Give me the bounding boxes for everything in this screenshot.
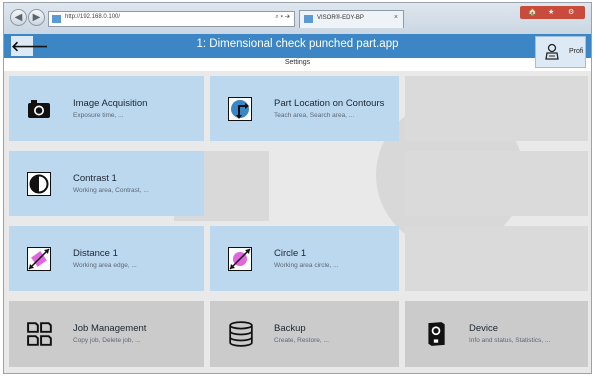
tile-job-management[interactable]: Job Management Copy job, Delete job, ... xyxy=(9,301,204,367)
page-subtitle: Settings xyxy=(284,59,311,66)
distance-icon xyxy=(27,246,51,271)
database-icon xyxy=(229,321,253,347)
tile-title: Contrast 1 xyxy=(73,173,117,184)
browser-chrome: ◀ ▶ http://192.168.0.100/ ⌕ ▾ ➔ VISOR®-E… xyxy=(4,3,591,35)
tile-distance[interactable]: Distance 1 Working area edge, ... xyxy=(9,226,204,291)
app-title: 1: Dimensional check punched part.app xyxy=(196,38,399,50)
site-icon xyxy=(52,15,61,23)
job-management-icon xyxy=(27,322,52,346)
tile-subtitle: Info and status, Statistics, ... xyxy=(469,337,551,344)
tab-site-icon xyxy=(304,15,313,23)
tile-circle[interactable]: Circle 1 Working area circle, ... xyxy=(210,226,399,291)
contrast-icon xyxy=(27,171,51,196)
tile-title: Device xyxy=(469,323,499,334)
tile-contrast[interactable]: Contrast 1 Working area, Contrast, ... xyxy=(9,151,204,216)
user-icon xyxy=(545,43,559,60)
tile-title: Part Location on Contours xyxy=(274,98,385,109)
tile-subtitle: Exposure time, ... xyxy=(73,112,124,119)
breadcrumb-bar: Settings xyxy=(4,58,591,72)
tile-subtitle: Working area edge, ... xyxy=(73,262,137,269)
device-icon xyxy=(428,322,445,346)
tile-title: Circle 1 xyxy=(274,248,307,259)
tile-subtitle: Teach area, Search area, ... xyxy=(274,112,355,119)
address-controls[interactable]: ⌕ ▾ ➔ xyxy=(275,14,290,21)
profile-label: Profi xyxy=(569,48,584,55)
tab-close-icon[interactable]: × xyxy=(394,14,398,21)
tile-subtitle: Create, Restore, ... xyxy=(274,337,329,344)
browser-window: ◀ ▶ http://192.168.0.100/ ⌕ ▾ ➔ VISOR®-E… xyxy=(3,2,592,374)
favorites-icon[interactable]: ★ xyxy=(548,6,554,19)
settings-grid: Image Acquisition Exposure time, ... Par… xyxy=(4,71,591,373)
tile-title: Image Acquisition xyxy=(73,98,148,109)
address-bar[interactable]: http://192.168.0.100/ ⌕ ▾ ➔ xyxy=(48,11,295,27)
tile-part-location[interactable]: Part Location on Contours Teach area, Se… xyxy=(210,76,399,141)
app-header: 🡐 1: Dimensional check punched part.app xyxy=(4,34,591,58)
profile-button[interactable]: Profi xyxy=(535,36,586,68)
home-icon[interactable]: 🏠 xyxy=(528,6,537,19)
tile-subtitle: Working area circle, ... xyxy=(274,262,339,269)
tile-subtitle: Copy job, Delete job, ... xyxy=(73,337,141,344)
tab-title: VISOR®-EDY-BP xyxy=(317,15,364,21)
location-icon xyxy=(228,96,252,121)
browser-tab[interactable]: VISOR®-EDY-BP × xyxy=(299,10,404,28)
address-url: http://192.168.0.100/ xyxy=(65,14,121,20)
window-controls[interactable]: 🏠 ★ ⚙ xyxy=(520,6,585,19)
tile-empty xyxy=(405,226,588,291)
tile-device[interactable]: Device Info and status, Statistics, ... xyxy=(405,301,588,367)
tile-title: Job Management xyxy=(73,323,147,334)
camera-icon xyxy=(28,99,50,118)
tile-empty xyxy=(405,76,588,141)
tile-backup[interactable]: Backup Create, Restore, ... xyxy=(210,301,399,367)
tile-title: Distance 1 xyxy=(73,248,118,259)
browser-back-button[interactable]: ◀ xyxy=(10,9,27,26)
browser-forward-button[interactable]: ▶ xyxy=(28,9,45,26)
tile-subtitle: Working area, Contrast, ... xyxy=(73,187,149,194)
tile-title: Backup xyxy=(274,323,306,334)
tile-image-acquisition[interactable]: Image Acquisition Exposure time, ... xyxy=(9,76,204,141)
circle-measure-icon xyxy=(228,246,252,271)
settings-gear-icon[interactable]: ⚙ xyxy=(568,6,574,19)
tile-empty xyxy=(405,151,588,216)
